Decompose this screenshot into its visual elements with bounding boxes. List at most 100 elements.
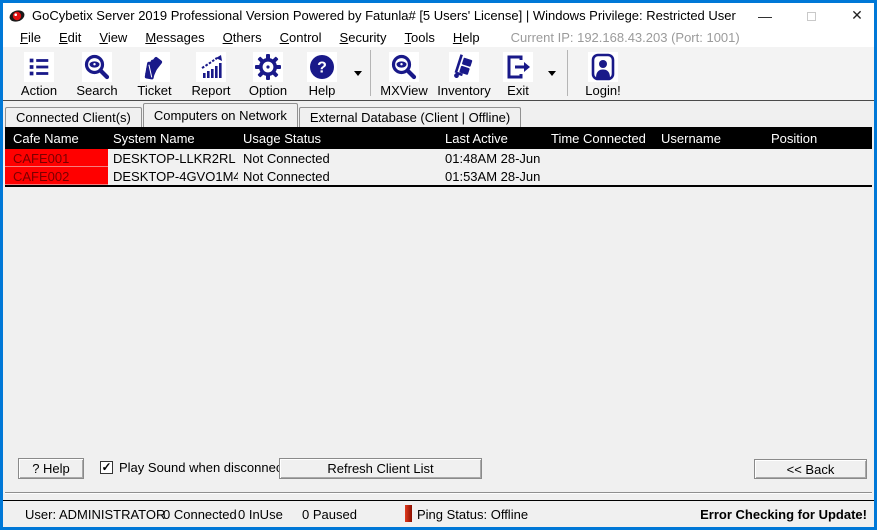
play-sound-label: Play Sound when disconnected	[119, 460, 300, 475]
refresh-client-list-button[interactable]: Refresh Client List	[279, 458, 482, 479]
menu-others[interactable]: Others	[214, 30, 271, 45]
help-button[interactable]: ? Help	[296, 47, 348, 99]
menu-edit[interactable]: Edit	[50, 30, 90, 45]
action-list-icon	[24, 52, 54, 82]
mxview-eye-icon	[389, 52, 419, 82]
title-bar: GoCybetix Server 2019 Professional Versi…	[3, 3, 874, 28]
usage-status-cell: Not Connected	[238, 167, 440, 185]
inventory-label: Inventory	[437, 83, 490, 98]
position-cell	[766, 167, 872, 185]
inventory-button[interactable]: Inventory	[435, 47, 493, 99]
maximize-button[interactable]	[802, 8, 820, 24]
exit-button[interactable]: Exit	[493, 47, 543, 99]
search-eye-icon	[82, 52, 112, 82]
option-button[interactable]: Option	[240, 47, 296, 99]
position-cell	[766, 149, 872, 167]
back-button[interactable]: << Back	[754, 459, 867, 479]
action-label: Action	[21, 83, 57, 98]
column-system-name: System Name	[108, 127, 238, 149]
search-button[interactable]: Search	[67, 47, 127, 99]
time-connected-cell	[546, 149, 656, 167]
list-header: Cafe Name System Name Usage Status Last …	[5, 127, 872, 149]
status-user: User: ADMINISTRATOR	[25, 507, 165, 522]
help-dropdown-arrow[interactable]	[348, 47, 368, 99]
client-list: Cafe Name System Name Usage Status Last …	[5, 127, 872, 187]
menu-security[interactable]: Security	[331, 30, 396, 45]
column-usage-status: Usage Status	[238, 127, 440, 149]
divider	[5, 492, 872, 494]
menu-bar: File Edit View Messages Others Control S…	[3, 28, 874, 47]
menu-control[interactable]: Control	[271, 30, 331, 45]
system-name-cell: DESKTOP-LLKR2RL	[108, 149, 238, 167]
close-button[interactable]: ✕	[848, 7, 866, 24]
tab-connected-clients[interactable]: Connected Client(s)	[5, 107, 142, 127]
toolbar-separator	[370, 50, 371, 96]
ticket-button[interactable]: Ticket	[127, 47, 182, 99]
help-label: Help	[309, 83, 336, 98]
last-active-cell: 01:48AM 28-Jun	[440, 149, 546, 167]
minimize-button[interactable]: —	[756, 8, 774, 24]
column-username: Username	[656, 127, 766, 149]
menu-messages[interactable]: Messages	[136, 30, 213, 45]
chevron-down-icon	[354, 71, 362, 76]
login-button[interactable]: Login!	[573, 47, 633, 99]
column-time-connected: Time Connected	[546, 127, 656, 149]
menu-help[interactable]: Help	[444, 30, 489, 45]
play-sound-checkbox[interactable]: ✓ Play Sound when disconnected	[100, 460, 300, 475]
maximize-icon	[807, 12, 816, 21]
cafe-name-cell: CAFE001	[5, 149, 108, 167]
login-label: Login!	[585, 83, 620, 98]
menu-file[interactable]: File	[11, 30, 50, 45]
search-label: Search	[76, 83, 117, 98]
username-cell	[656, 167, 766, 185]
app-logo-icon	[9, 8, 25, 24]
current-ip-label: Current IP: 192.168.43.203 (Port: 1001)	[511, 30, 740, 45]
usage-status-cell: Not Connected	[238, 149, 440, 167]
window-title: GoCybetix Server 2019 Professional Versi…	[32, 8, 736, 23]
checkbox-check-icon: ✓	[100, 461, 113, 474]
cafe-name-cell: CAFE002	[5, 167, 108, 185]
table-row[interactable]: CAFE001 DESKTOP-LLKR2RL Not Connected 01…	[5, 149, 872, 167]
tab-external-database[interactable]: External Database (Client | Offline)	[299, 107, 521, 127]
report-label: Report	[191, 83, 230, 98]
column-position: Position	[766, 127, 872, 149]
time-connected-cell	[546, 167, 656, 185]
column-last-active: Last Active	[440, 127, 546, 149]
column-cafe-name: Cafe Name	[5, 127, 108, 149]
mxview-label: MXView	[380, 83, 427, 98]
status-update: Error Checking for Update!	[700, 507, 867, 522]
app-window: GoCybetix Server 2019 Professional Versi…	[0, 0, 877, 530]
user-badge-icon	[588, 52, 618, 82]
help-question-icon: ?	[307, 52, 337, 82]
last-active-cell: 01:53AM 28-Jun	[440, 167, 546, 185]
report-chart-icon	[196, 52, 226, 82]
ticket-label: Ticket	[137, 83, 171, 98]
status-inuse: 0 InUse	[238, 507, 283, 522]
help-footer-button[interactable]: ? Help	[18, 458, 84, 479]
ping-bar-icon	[405, 505, 412, 522]
svg-text:?: ?	[317, 60, 327, 77]
option-label: Option	[249, 83, 287, 98]
report-button[interactable]: Report	[182, 47, 240, 99]
menu-view[interactable]: View	[90, 30, 136, 45]
toolbar: Action Search	[3, 47, 874, 101]
status-ping: Ping Status: Offline	[417, 507, 528, 522]
mxview-button[interactable]: MXView	[373, 47, 435, 99]
handtruck-icon	[449, 52, 479, 82]
tab-computers-on-network[interactable]: Computers on Network	[143, 103, 298, 127]
table-row[interactable]: CAFE002 DESKTOP-4GVO1M4 Not Connected 01…	[5, 167, 872, 185]
exit-door-icon	[503, 52, 533, 82]
chevron-down-icon	[548, 71, 556, 76]
username-cell	[656, 149, 766, 167]
exit-label: Exit	[507, 83, 529, 98]
exit-dropdown-arrow[interactable]	[543, 47, 561, 99]
ticket-icon	[140, 52, 170, 82]
status-connected: 0 Connected	[163, 507, 237, 522]
toolbar-separator	[567, 50, 568, 96]
status-paused: 0 Paused	[302, 507, 357, 522]
gear-icon	[253, 52, 283, 82]
tab-strip: Connected Client(s) Computers on Network…	[5, 103, 522, 127]
action-button[interactable]: Action	[11, 47, 67, 99]
menu-tools[interactable]: Tools	[396, 30, 444, 45]
status-bar: User: ADMINISTRATOR 0 Connected 0 InUse …	[3, 500, 874, 527]
